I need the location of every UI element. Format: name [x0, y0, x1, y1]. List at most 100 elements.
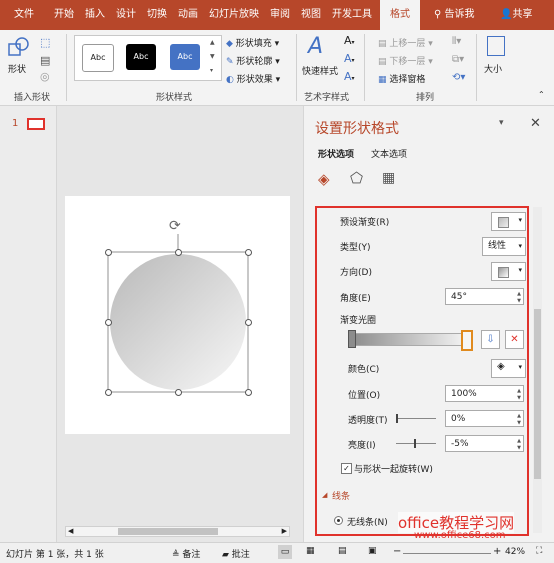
position-label: 位置(O) [348, 391, 381, 401]
collapse-ribbon-icon[interactable]: ⌃ [538, 90, 545, 99]
size-button[interactable]: 大小 [484, 62, 502, 75]
slide-sorter-icon[interactable]: ▦ [306, 546, 315, 556]
tab-review[interactable]: 审阅 [270, 0, 290, 30]
scroll-thumb[interactable] [118, 528, 218, 535]
reading-view-icon[interactable]: ▤ [338, 546, 347, 556]
tab-text-options[interactable]: 文本选项 [371, 147, 407, 160]
zoom-slider[interactable] [403, 553, 491, 554]
shapes-icon[interactable] [8, 36, 30, 58]
scroll-right-icon[interactable]: ▶ [282, 527, 287, 536]
pane-scroll-thumb[interactable] [534, 309, 541, 479]
resize-handle-ne[interactable] [245, 249, 252, 256]
tab-file[interactable]: 文件 [14, 0, 34, 30]
tab-transitions[interactable]: 切换 [147, 0, 167, 30]
transparency-slider[interactable] [396, 414, 436, 423]
tab-design[interactable]: 设计 [116, 0, 136, 30]
tab-view[interactable]: 视图 [301, 0, 321, 30]
color-dropdown[interactable]: ◈ ▾ [491, 359, 526, 378]
tab-slideshow[interactable]: 幻灯片放映 [209, 0, 259, 30]
normal-view-icon[interactable]: ▭ [278, 545, 292, 559]
tell-me-search[interactable]: ⚲ 告诉我 [434, 0, 475, 30]
gradient-stop-right[interactable] [461, 330, 473, 351]
horizontal-scrollbar[interactable]: ◀ ▶ [65, 526, 290, 537]
zoom-in-icon[interactable]: + [493, 546, 501, 557]
gradient-stops-label: 渐变光圈 [340, 316, 377, 326]
style-white[interactable]: Abc [82, 44, 114, 72]
rotate-icon[interactable]: ⟲▾ [452, 72, 465, 83]
tab-format[interactable]: 格式 [380, 0, 420, 30]
quick-styles-button[interactable]: 快速样式 [302, 64, 338, 77]
fill-line-icon[interactable]: ◈ [318, 170, 330, 188]
shape-fill-button[interactable]: ◆ 形状填充 ▾ [226, 36, 279, 49]
text-effect-icon[interactable]: A▾ [344, 70, 355, 83]
tell-me-label: 告诉我 [444, 9, 475, 20]
share-button[interactable]: 👤共享 [500, 0, 532, 30]
shape-outline-button[interactable]: ✎ 形状轮廓 ▾ [226, 54, 280, 67]
fit-slide-icon[interactable]: ⛶ [536, 546, 542, 556]
tab-developer[interactable]: 开发工具 [332, 0, 372, 30]
merge-shapes-icon[interactable]: ◎ [40, 70, 50, 83]
no-line-radio[interactable] [334, 516, 343, 525]
scroll-left-icon[interactable]: ◀ [68, 527, 73, 536]
brightness-slider[interactable] [396, 439, 436, 448]
add-stop-icon[interactable]: ⇩ [481, 330, 500, 349]
resize-handle-e[interactable] [245, 319, 252, 326]
gallery-scroll[interactable]: ▲ ▼ ▾ [210, 36, 215, 78]
tab-home[interactable]: 开始 [54, 0, 74, 30]
gradient-stop-left[interactable] [348, 330, 356, 348]
edit-shape-icon[interactable]: ⬚ [40, 36, 50, 49]
tab-animations[interactable]: 动画 [178, 0, 198, 30]
ribbon-body: 形状 ⬚ ▤ ◎ 插入形状 Abc Abc Abc ▲ ▼ ▾ ◆ 形状填充 ▾ ✎… [0, 30, 554, 106]
status-bar: 幻灯片 第 1 张，共 1 张 ≜ 备注 ▰ 批注 ▭ ▦ ▤ ▣ − + 42… [0, 542, 554, 563]
angle-spinner[interactable]: 45° ▲ ▼ [445, 288, 524, 305]
gradient-stops-slider[interactable] [350, 333, 472, 346]
resize-handle-se[interactable] [245, 389, 252, 396]
wordart-icon[interactable]: A [308, 34, 323, 59]
resize-handle-w[interactable] [105, 319, 112, 326]
align-icon[interactable]: ⫴▾ [452, 36, 461, 47]
comments-button[interactable]: ▰ 批注 [222, 547, 250, 560]
text-fill-icon[interactable]: A▾ [344, 34, 355, 47]
line-section-arrow-icon[interactable]: ◢ [322, 491, 327, 499]
line-section-header[interactable]: 线条 [332, 489, 350, 502]
preset-gradient-dropdown[interactable]: ▾ [491, 212, 526, 231]
direction-dropdown[interactable]: ▾ [491, 262, 526, 281]
zoom-level[interactable]: 42% [505, 547, 525, 557]
close-icon[interactable]: ✕ [530, 116, 541, 131]
text-outline-icon[interactable]: A▾ [344, 52, 355, 65]
pane-options-chevron-icon[interactable]: ▾ [499, 118, 504, 128]
style-black[interactable]: Abc [126, 44, 156, 70]
resize-handle-nw[interactable] [105, 249, 112, 256]
resize-handle-s[interactable] [175, 389, 182, 396]
slide-canvas[interactable]: ⟳ [65, 196, 290, 434]
size-icon[interactable] [487, 36, 505, 56]
slide-number: 1 [12, 118, 19, 129]
selection-pane-button[interactable]: ▦ 选择窗格 [378, 72, 425, 85]
transparency-spinner[interactable]: 0% ▲ ▼ [445, 410, 524, 427]
effects-pentagon-icon[interactable]: ⬠ [350, 169, 363, 187]
textbox-icon[interactable]: ▤ [40, 54, 50, 67]
position-spinner[interactable]: 100% ▲ ▼ [445, 385, 524, 402]
resize-handle-sw[interactable] [105, 389, 112, 396]
bring-forward-button[interactable]: ▤ 上移一层 ▾ [378, 36, 433, 49]
shape-effect-button[interactable]: ◐ 形状效果 ▾ [226, 72, 280, 85]
rotate-with-shape-checkbox[interactable]: ✓ [341, 463, 352, 474]
send-backward-button[interactable]: ▤ 下移一层 ▾ [378, 54, 433, 67]
size-properties-icon[interactable]: ▦ [382, 170, 395, 186]
tab-insert[interactable]: 插入 [85, 0, 105, 30]
resize-handle-n[interactable] [175, 249, 182, 256]
tab-shape-options[interactable]: 形状选项 [318, 147, 354, 160]
user-icon: 👤 [500, 9, 513, 20]
shapes-button[interactable]: 形状 [8, 62, 26, 75]
pane-scrollbar[interactable] [533, 207, 542, 533]
remove-stop-icon[interactable]: ✕ [505, 330, 524, 349]
type-dropdown[interactable]: 线性 ▾ [482, 237, 526, 256]
zoom-out-icon[interactable]: − [393, 546, 401, 557]
style-blue[interactable]: Abc [170, 44, 200, 70]
slide-thumbnail[interactable] [27, 118, 45, 130]
brightness-spinner[interactable]: -5% ▲ ▼ [445, 435, 524, 452]
group-icon[interactable]: ⧉▾ [452, 54, 464, 65]
slideshow-view-icon[interactable]: ▣ [368, 546, 377, 556]
notes-button[interactable]: ≜ 备注 [172, 547, 200, 560]
rotate-handle-icon[interactable]: ⟳ [169, 218, 181, 234]
